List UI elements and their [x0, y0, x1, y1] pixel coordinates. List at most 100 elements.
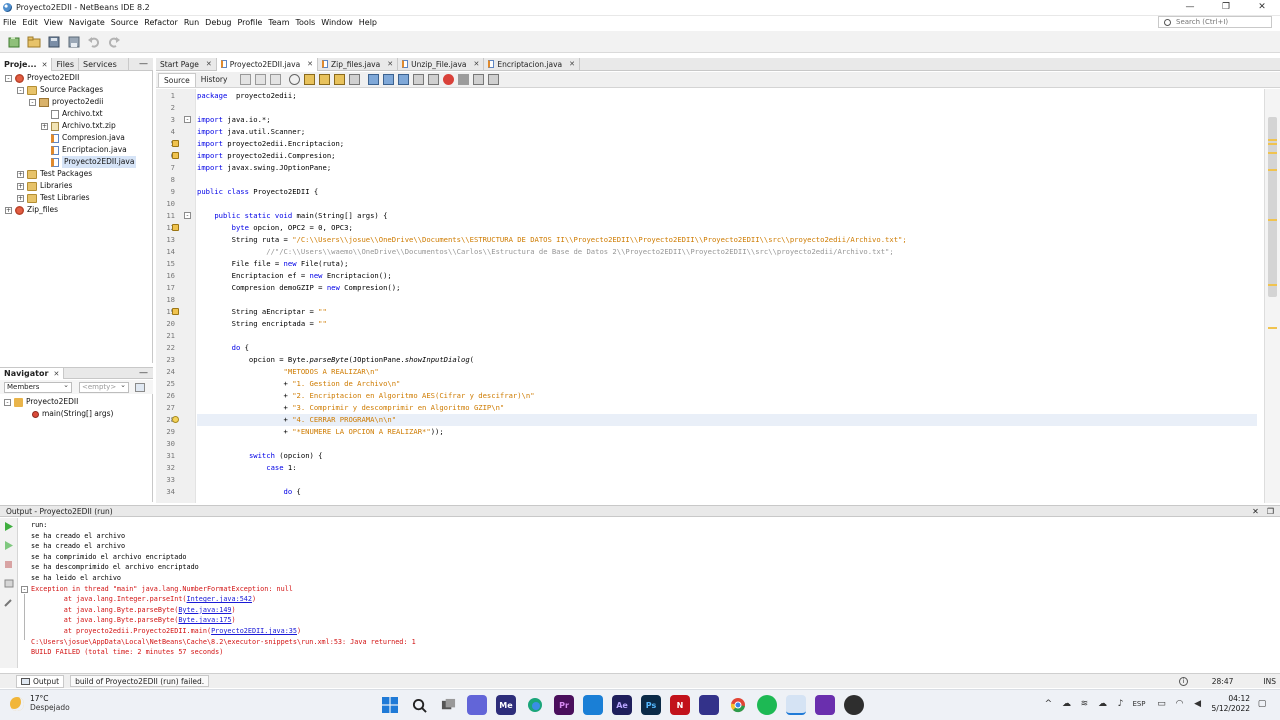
warning-marker[interactable] — [1268, 327, 1277, 329]
menu-team[interactable]: Team — [265, 16, 292, 30]
output-line[interactable]: at java.lang.Byte.parseByte(Byte.java:14… — [31, 605, 236, 616]
shift-left-icon[interactable] — [413, 74, 425, 85]
game-app-icon[interactable] — [699, 695, 719, 715]
start-macro-icon[interactable] — [443, 74, 455, 85]
onedrive-icon[interactable]: ☁ — [1096, 698, 1108, 710]
editor-tab[interactable]: Proyecto2EDII.java ✕ — [216, 57, 319, 71]
microphone-icon[interactable]: ♪ — [1114, 698, 1126, 710]
task-view-button[interactable] — [438, 695, 458, 715]
close-tab-icon[interactable]: ✕ — [206, 58, 212, 71]
tab-files[interactable]: Files — [52, 57, 80, 71]
editor-tab[interactable]: Unzip_File.java ✕ — [398, 57, 485, 71]
minimize-panel-icon[interactable]: — — [139, 368, 148, 378]
warning-icon[interactable] — [172, 224, 179, 231]
github-icon[interactable] — [844, 695, 864, 715]
store-icon[interactable] — [583, 695, 603, 715]
warning-marker[interactable] — [1268, 284, 1277, 286]
warning-marker[interactable] — [1268, 169, 1277, 171]
editor-tab[interactable]: Zip_files.java ✕ — [318, 57, 399, 71]
menu-edit[interactable]: Edit — [19, 16, 41, 30]
redo-button[interactable] — [106, 34, 122, 50]
editor-tab[interactable]: Start Page ✕ — [156, 57, 217, 71]
photoshop-icon[interactable]: Ps — [641, 695, 661, 715]
comment-icon[interactable] — [473, 74, 485, 85]
tab-services[interactable]: Services — [79, 57, 130, 71]
collapse-icon[interactable]: - — [4, 398, 11, 406]
navigator-scope-select[interactable]: <empty> — [79, 381, 129, 393]
rerun-icon[interactable] — [4, 522, 14, 531]
project-tree-item[interactable]: + Archivo.txt.zip — [41, 120, 116, 132]
output-window-button[interactable]: Output — [16, 674, 65, 688]
collapse-icon[interactable]: - — [17, 86, 24, 94]
visual-studio-icon[interactable] — [815, 695, 835, 715]
stop-macro-icon[interactable] — [458, 74, 470, 85]
tab-source[interactable]: Source — [158, 72, 196, 87]
find-next-icon[interactable] — [319, 74, 331, 85]
navigator-filter-select[interactable]: Members — [4, 381, 72, 393]
project-tree-item[interactable]: - Proyecto2EDII — [5, 72, 79, 84]
maximize-icon[interactable]: ❐ — [1267, 507, 1274, 516]
output-line[interactable]: at java.lang.Integer.parseInt(Integer.ja… — [31, 594, 256, 605]
expand-icon[interactable]: + — [17, 194, 24, 202]
open-project-button[interactable] — [46, 34, 62, 50]
stop-icon[interactable] — [4, 560, 14, 569]
navigator-options-icon[interactable] — [135, 382, 145, 392]
stacktrace-link[interactable]: Integer.java:542 — [187, 595, 252, 603]
menu-refactor[interactable]: Refactor — [141, 16, 181, 30]
premiere-pro-icon[interactable]: Pr — [554, 695, 574, 715]
menu-debug[interactable]: Debug — [202, 16, 234, 30]
wifi-icon[interactable]: ◠ — [1174, 698, 1186, 710]
close-icon[interactable]: ✕ — [1252, 507, 1259, 516]
project-tree-item[interactable]: Proyecto2EDII.java — [41, 156, 137, 168]
project-tree-item[interactable]: + Test Libraries — [17, 192, 90, 204]
lightbulb-icon[interactable] — [172, 416, 179, 423]
close-icon[interactable]: ✕ — [42, 61, 48, 69]
toggle-bookmark-icon[interactable] — [398, 74, 410, 85]
warning-icon[interactable] — [172, 140, 179, 147]
weather-widget[interactable]: 17°C Despejado — [10, 694, 70, 713]
wrench-icon[interactable] — [4, 598, 14, 607]
undo-button[interactable] — [86, 34, 102, 50]
warning-marker[interactable] — [1268, 152, 1277, 154]
project-tree-item[interactable]: + Libraries — [17, 180, 72, 192]
output-line[interactable]: at proyecto2edii.Proyecto2EDII.main(Proy… — [31, 626, 301, 637]
chrome-icon[interactable] — [728, 695, 748, 715]
menu-run[interactable]: Run — [181, 16, 202, 30]
output-line[interactable]: at java.lang.Byte.parseByte(Byte.java:17… — [31, 615, 236, 626]
stacktrace-link[interactable]: Proyecto2EDII.java:35 — [211, 627, 297, 635]
spotify-icon[interactable] — [757, 695, 777, 715]
stacktrace-link[interactable]: Byte.java:175 — [178, 616, 231, 624]
settings-icon[interactable] — [4, 579, 14, 588]
search-input[interactable] — [1176, 18, 1268, 26]
expand-icon[interactable]: + — [5, 206, 12, 214]
menu-source[interactable]: Source — [108, 16, 141, 30]
uncomment-icon[interactable] — [488, 74, 500, 85]
clock[interactable]: 04:12 5/12/2022 — [1212, 694, 1250, 714]
taskbar-search-button[interactable] — [409, 695, 429, 715]
new-file-button[interactable] — [6, 34, 22, 50]
fold-icon[interactable]: - — [184, 212, 191, 219]
cloud-icon[interactable]: ☁ — [1060, 698, 1072, 710]
collapse-icon[interactable]: - — [21, 586, 28, 593]
close-tab-icon[interactable]: ✕ — [569, 58, 575, 71]
netflix-icon[interactable]: N — [670, 695, 690, 715]
toggle-highlight-icon[interactable] — [334, 74, 346, 85]
chevron-up-icon[interactable]: ^ — [1042, 698, 1054, 710]
find-icon[interactable] — [289, 74, 301, 85]
find-previous-icon[interactable] — [304, 74, 316, 85]
notifications-icon[interactable]: i — [1178, 676, 1188, 686]
menu-profile[interactable]: Profile — [234, 16, 265, 30]
close-tab-icon[interactable]: ✕ — [474, 58, 480, 71]
fold-icon[interactable]: - — [184, 116, 191, 123]
new-project-button[interactable] — [26, 34, 42, 50]
project-tree-item[interactable]: Compresion.java — [41, 132, 125, 144]
start-button[interactable] — [380, 695, 400, 715]
tab-navigator[interactable]: Navigator ✕ — [0, 367, 65, 379]
last-edit-icon[interactable] — [240, 74, 252, 85]
menu-help[interactable]: Help — [356, 16, 380, 30]
navigator-item-main[interactable]: main(String[] args) — [32, 408, 113, 420]
back-icon[interactable] — [255, 74, 267, 85]
menu-window[interactable]: Window — [318, 16, 356, 30]
battery-icon[interactable]: ▭ — [1156, 698, 1168, 710]
media-encoder-icon[interactable]: Me — [496, 695, 516, 715]
